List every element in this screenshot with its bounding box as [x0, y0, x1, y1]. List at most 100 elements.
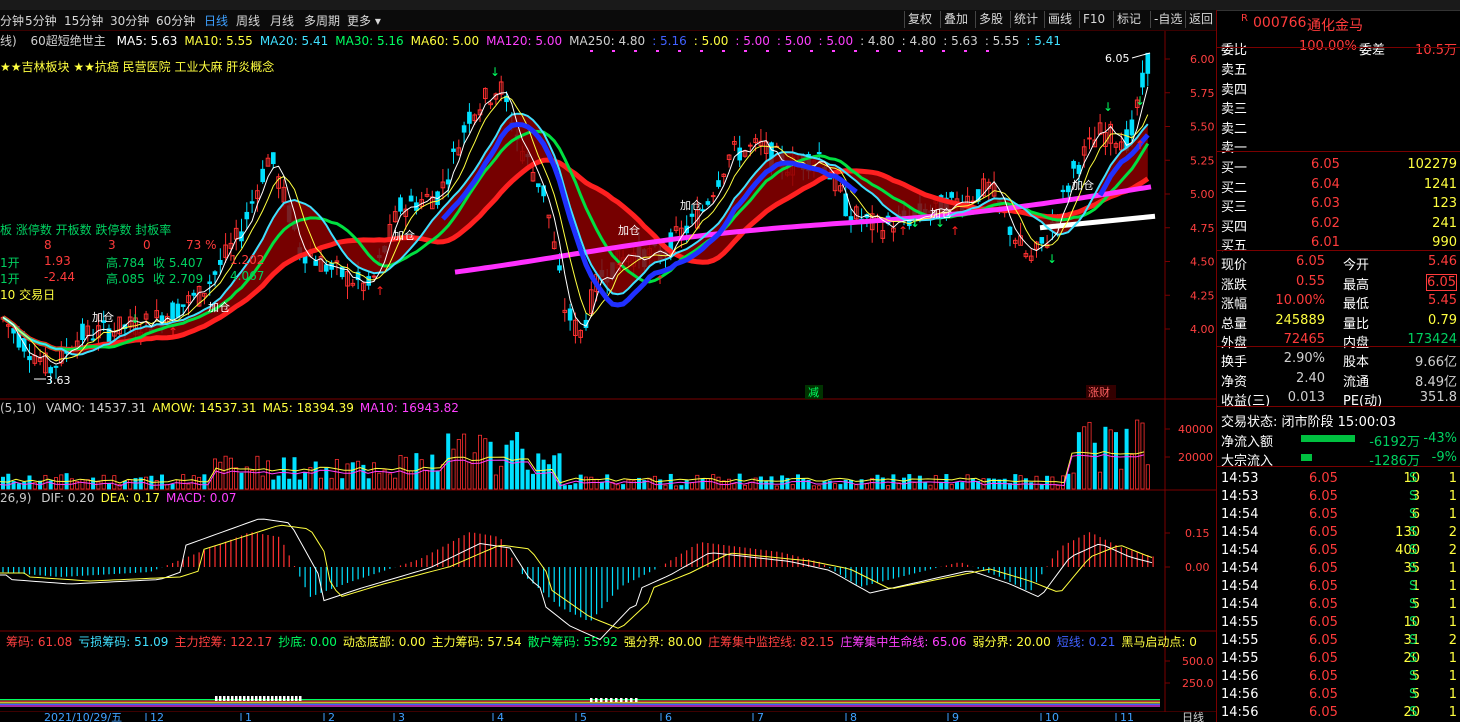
limit-row3-a: 1开	[0, 272, 20, 286]
sell-row[interactable]: 卖二	[1217, 117, 1460, 137]
buy-row[interactable]: 买四 6.02 241	[1217, 215, 1460, 235]
period-tab[interactable]: 15分钟	[64, 12, 103, 29]
period-tab[interactable]: 更多 ▾	[347, 12, 381, 29]
quote-label: 总量	[1221, 316, 1248, 332]
volume-bar	[467, 461, 472, 490]
legend-item: : 4.80	[860, 34, 895, 48]
legend-item: MA120: 5.00	[486, 34, 563, 48]
chip-marker	[219, 696, 222, 701]
quote-value: 0.013	[1287, 390, 1325, 405]
quote-value: 5.45	[1428, 293, 1457, 308]
volume-bar	[1108, 429, 1113, 490]
candle-body	[260, 168, 265, 183]
tick-count: 1	[1448, 597, 1457, 612]
month-label: 7	[757, 711, 764, 722]
quote-label: 流通	[1343, 374, 1370, 390]
kline-chart-area[interactable]: 6.00 5.75 5.50 5.25 5.00 4.75 4.50 4.25 4.00 6.05…	[0, 31, 1216, 722]
sell-signal-arrow: ↓	[1103, 100, 1113, 114]
volume-bar	[854, 484, 859, 490]
tick-side: S	[1409, 507, 1418, 522]
sell-row[interactable]: 卖三	[1217, 97, 1460, 117]
legend-item: 筹码: 61.08	[6, 635, 73, 649]
toolbar-button[interactable]: 统计	[1010, 11, 1041, 28]
volume-bar	[170, 483, 175, 490]
candle-body	[180, 304, 186, 307]
period-tab[interactable]: 60分钟	[156, 12, 195, 29]
period-tab[interactable]: 5分钟	[25, 12, 57, 29]
panel-divider	[1216, 10, 1217, 722]
toolbar-button[interactable]: F10	[1079, 11, 1108, 28]
volume-bar	[531, 473, 536, 490]
volume-axis-label: 40000	[1178, 423, 1213, 436]
buy-price: 6.04	[1311, 176, 1340, 192]
candle-body	[271, 152, 276, 165]
buy-row[interactable]: 买一 6.05 102279	[1217, 156, 1460, 176]
period-tab[interactable]: 周线	[236, 12, 260, 29]
stock-code[interactable]: 000766	[1253, 15, 1306, 31]
legend-item: DEA: 0.17	[100, 491, 160, 505]
period-tab[interactable]: 多周期	[304, 12, 340, 29]
flow-pct: -43%	[1423, 431, 1457, 446]
volume-bar	[891, 474, 896, 490]
quote-label: 涨跌	[1221, 277, 1248, 293]
tick-row: 14:55 6.05 20 S 1	[1217, 650, 1460, 668]
period-tab[interactable]: 30分钟	[110, 12, 149, 29]
signal-dot	[656, 50, 659, 52]
toolbar-button[interactable]: 画线	[1044, 11, 1075, 28]
toolbar-button[interactable]: 叠加	[940, 11, 971, 28]
toolbar-button[interactable]: 标记	[1113, 11, 1144, 28]
weibi-label: 委比	[1221, 43, 1248, 58]
volume-bar	[499, 465, 504, 490]
trade-status-text: 交易状态: 闭市阶段 15:00:03	[1221, 415, 1397, 430]
signal-dot	[678, 50, 681, 52]
bottom-period-tab[interactable]: 日线	[1182, 710, 1204, 722]
volume-bar	[541, 459, 546, 490]
period-tab[interactable]: 日线	[204, 12, 228, 29]
month-label: 4	[497, 711, 504, 722]
month-label: 8	[850, 711, 857, 722]
flow-bar	[1301, 435, 1355, 442]
quote-label: 内盘	[1343, 336, 1370, 351]
candle-body	[244, 211, 250, 220]
quote-panel: R 000766 通化金马 委比 100.00% 委差 10.5万 卖五 卖四 卖三…	[1217, 10, 1460, 722]
volume-bar	[387, 473, 392, 490]
tick-time: 14:54	[1221, 597, 1259, 612]
toolbar-button[interactable]: 返回	[1185, 11, 1216, 28]
legend-item: 主力控筹: 122.17	[174, 635, 273, 649]
volume-bar	[668, 473, 673, 490]
signal-dot	[876, 50, 879, 52]
volume-bar	[324, 467, 329, 490]
period-tab[interactable]: 月线	[270, 12, 294, 29]
legend-item: : 5.00	[818, 34, 854, 48]
stock-name[interactable]: 通化金马	[1307, 15, 1363, 35]
volume-bar	[1129, 454, 1134, 490]
tick-row: 14:54 6.05 35 S 1	[1217, 560, 1460, 578]
tick-count: 2	[1448, 543, 1457, 558]
period-tab[interactable]: 分钟	[0, 12, 24, 29]
toolbar-button[interactable]: -自选	[1150, 11, 1185, 28]
volume-ma5-line	[0, 450, 1145, 484]
volume-bar	[690, 482, 695, 490]
buy-row[interactable]: 买三 6.03 123	[1217, 195, 1460, 215]
candle-body	[843, 193, 849, 217]
volume-bar	[239, 472, 244, 490]
candle-body	[1145, 52, 1151, 74]
volume-bar	[435, 471, 440, 490]
down-count: 0	[143, 238, 151, 252]
period-toolbar: 分钟 5分钟 15分钟 30分钟 60分钟 日线 周线 月线 多周期 更多 ▾ 复权 叠加 多股 统计画…	[0, 10, 1216, 31]
buy-signal-arrow: ↑	[1135, 138, 1145, 152]
toolbar-button[interactable]: 多股	[975, 11, 1006, 28]
quote-label: 量比	[1343, 316, 1370, 332]
volume-bar	[1029, 482, 1034, 490]
price-axis-label: 6.00	[1190, 53, 1215, 66]
chip-marker	[215, 696, 218, 701]
sell-row[interactable]: 卖四	[1217, 78, 1460, 98]
tick-side: S	[1409, 471, 1418, 486]
limit-up-panel: 板 涨停数 开板数 跌停数 封板率 8 3 0 73 % 1开 1.93 高.7…	[0, 221, 240, 303]
price-axis-label: 5.50	[1190, 121, 1215, 134]
volume-bar	[260, 475, 265, 490]
tick-time: 14:53	[1221, 471, 1259, 486]
sell-row[interactable]: 卖五	[1217, 58, 1460, 78]
toolbar-button[interactable]: 复权	[904, 11, 935, 28]
buy-row[interactable]: 买二 6.04 1241	[1217, 176, 1460, 196]
